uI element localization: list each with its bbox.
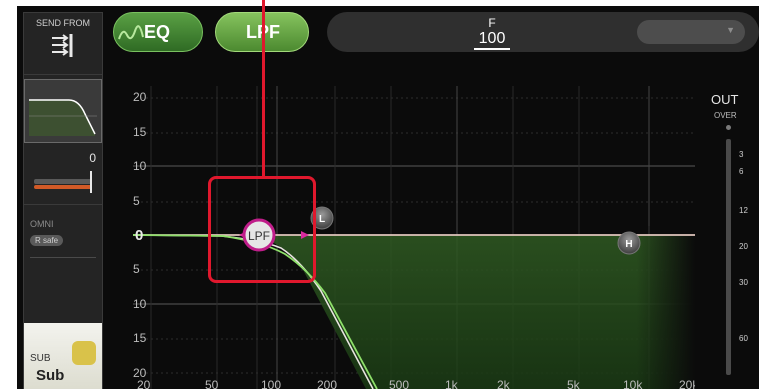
x-tick: 20k (679, 378, 695, 389)
y-tick: 15 (133, 331, 147, 345)
frequency-panel[interactable]: F 100 ▼ (327, 12, 759, 52)
eq-button-label: EQ (144, 22, 171, 42)
y-tick: 5 (133, 194, 140, 208)
x-tick: 100 (261, 378, 281, 389)
y-tick: 5 (133, 262, 140, 276)
out-label: OUT (711, 92, 739, 107)
gain-bar-track (34, 179, 92, 184)
x-tick: 5k (567, 378, 581, 389)
eq-graph[interactable]: 20 15 10 5 0 5 10 15 20 20 50 100 200 50… (111, 76, 695, 389)
meter-tick: 20 (739, 242, 748, 251)
recall-safe-badge: R safe (30, 235, 64, 246)
high-band-handle[interactable]: H (617, 231, 641, 255)
y-tick: 20 (133, 90, 147, 104)
frequency-underline (474, 48, 510, 50)
sub-type-label: SUB (30, 353, 51, 364)
send-from-button[interactable]: SEND FROM (24, 13, 102, 75)
high-handle-label: H (625, 239, 632, 250)
filter-curve-icon (29, 99, 97, 136)
output-meter (726, 139, 731, 375)
x-tick: 200 (317, 378, 337, 389)
over-label: OVER (714, 111, 737, 120)
x-tick: 20 (137, 378, 151, 389)
y-tick: 10 (133, 159, 147, 173)
meter-tick: 6 (739, 167, 744, 176)
channel-sidebar: SEND FROM 0 OMNI R safe SUB Sub (23, 12, 103, 389)
sub-color-badge (72, 341, 96, 365)
meter-tick: 60 (739, 334, 748, 343)
eq-wave-icon (118, 25, 144, 40)
x-tick: 500 (389, 378, 409, 389)
filter-thumbnail[interactable] (24, 79, 102, 143)
gain-value: 0 (89, 151, 96, 165)
x-tick: 50 (205, 378, 219, 389)
send-from-label: SEND FROM (36, 18, 90, 28)
sidebar-divider (30, 257, 96, 258)
sub-name-label: Sub (36, 367, 65, 384)
frequency-value: 100 (478, 30, 506, 47)
gain-section[interactable]: 0 (24, 147, 102, 205)
meter-tick: 3 (739, 150, 744, 159)
meter-tick: 12 (739, 206, 748, 215)
callout-box (208, 176, 316, 283)
y-tick: 0 (135, 227, 143, 244)
sub-channel-button[interactable]: SUB Sub (24, 323, 102, 389)
callout-line (262, 0, 265, 176)
eq-button[interactable]: EQ (113, 12, 203, 52)
chevron-down-icon: ▼ (726, 25, 735, 35)
low-handle-label: L (319, 214, 325, 225)
y-tick: 15 (133, 125, 147, 139)
gain-position-marker (90, 171, 92, 193)
x-tick: 1k (445, 378, 459, 389)
over-indicator (726, 125, 731, 130)
gain-bar-fill (34, 185, 92, 189)
x-tick: 10k (623, 378, 643, 389)
y-tick: 10 (133, 297, 147, 311)
filter-type-dropdown[interactable]: ▼ (637, 20, 745, 44)
frequency-label: F (488, 16, 496, 30)
omni-label: OMNI (30, 219, 54, 229)
meter-tick: 30 (739, 278, 748, 287)
send-from-icon (52, 34, 73, 57)
x-tick: 2k (497, 378, 511, 389)
mixer-screen: SEND FROM 0 OMNI R safe SUB Sub EQ F 100… (17, 6, 759, 389)
